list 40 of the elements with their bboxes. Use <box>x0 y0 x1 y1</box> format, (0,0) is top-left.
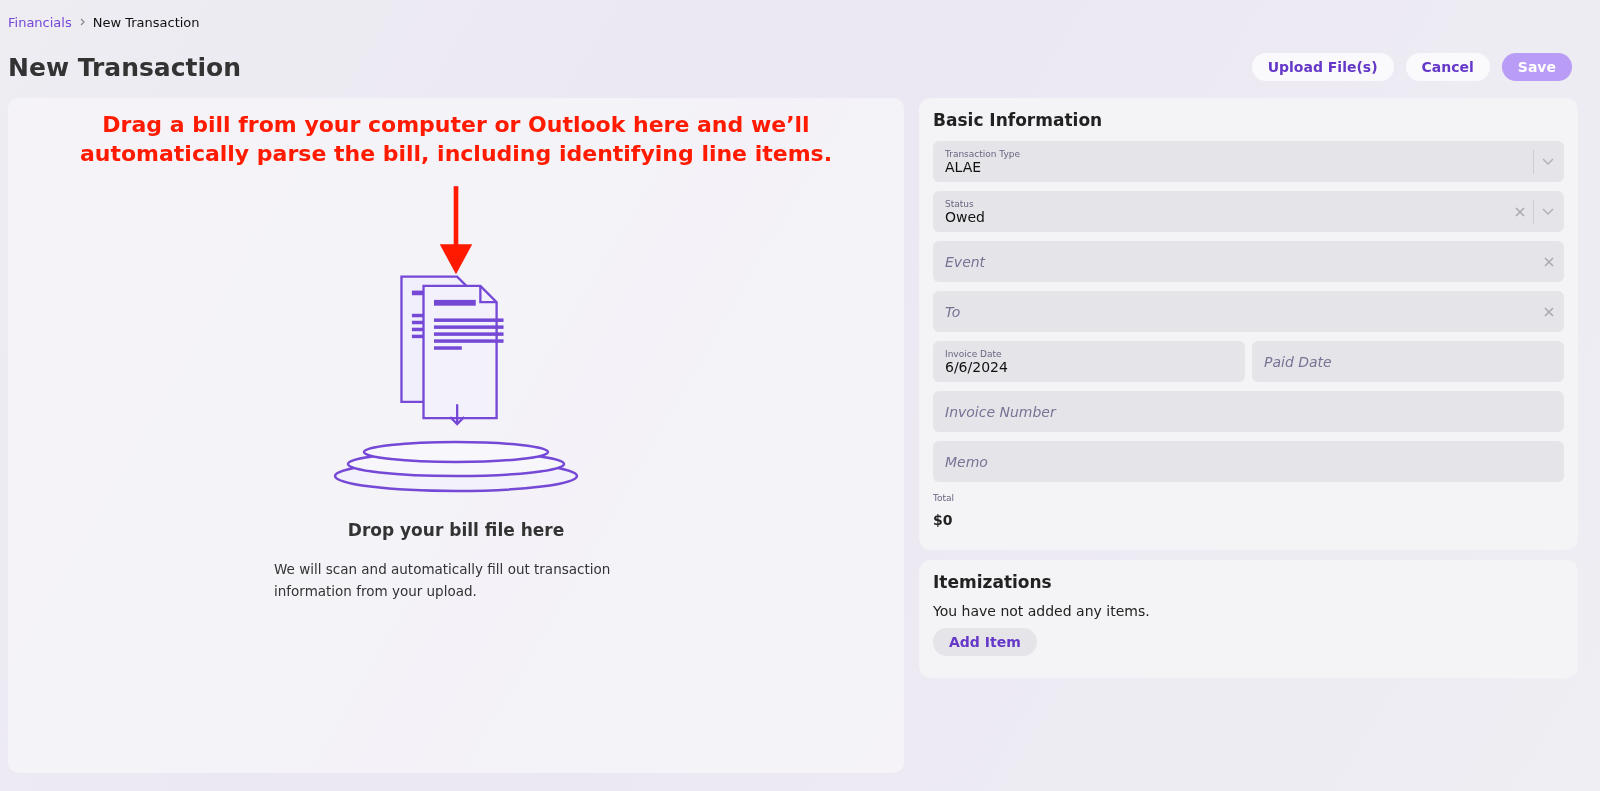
action-button[interactable]: Cancel <box>1405 53 1490 81</box>
field-input[interactable]: 6/6/2024 <box>945 358 1235 375</box>
field-input[interactable]: Owed <box>945 208 1515 225</box>
add-item-button[interactable]: Add Item <box>933 628 1037 656</box>
text-field[interactable]: Event <box>933 241 1564 282</box>
empty-message: You have not added any items. <box>933 603 1151 619</box>
text-field[interactable]: To <box>933 291 1564 332</box>
drop-zone[interactable] <box>8 98 904 773</box>
text-field[interactable]: Memo <box>933 441 1564 482</box>
total-value: $0 <box>933 512 954 528</box>
chevron-down-icon[interactable] <box>1542 208 1554 215</box>
breadcrumb-current: New Transaction <box>92 14 200 30</box>
total-label: Total <box>933 493 956 503</box>
field-label: Transaction Type <box>945 148 1022 159</box>
chevron-down-icon[interactable] <box>1542 158 1554 165</box>
breadcrumb-link[interactable]: Financials <box>8 14 72 30</box>
field-input[interactable]: To <box>945 303 1544 320</box>
field-label: Invoice Date <box>945 348 1003 359</box>
text-field[interactable]: Invoice Number <box>933 391 1564 432</box>
card-title: Basic Information <box>933 110 1104 130</box>
date-field[interactable]: Invoice Date 6/6/2024 <box>933 341 1245 382</box>
page-title: New Transaction <box>8 52 242 82</box>
card-title: Itemizations <box>933 572 1053 592</box>
date-field[interactable]: Paid Date <box>1252 341 1564 382</box>
field-input[interactable]: ALAE <box>945 158 1525 175</box>
close-icon[interactable] <box>1515 206 1525 217</box>
field-input[interactable]: Memo <box>945 453 1554 470</box>
drop-description: We will scan and automatically fill out transaction information from your upload. <box>274 560 612 601</box>
field-label: Status <box>945 198 975 209</box>
chevron-right-icon <box>79 18 85 26</box>
select-field[interactable]: Transaction Type ALAE <box>933 141 1564 182</box>
field-input[interactable]: Paid Date <box>1264 353 1554 370</box>
annotation-text: Drag a bill from your computer or Outlook here and we’ll automatically parse the bill, including identifying line items. <box>78 111 834 168</box>
field-input[interactable]: Event <box>945 253 1544 270</box>
field-input[interactable]: Invoice Number <box>945 403 1554 420</box>
drop-heading: Drop your bill file here <box>347 520 565 540</box>
close-icon[interactable] <box>1544 306 1554 317</box>
action-button[interactable]: Upload File(s) <box>1251 53 1394 81</box>
close-icon[interactable] <box>1544 256 1554 267</box>
select-field[interactable]: Status Owed <box>933 191 1564 232</box>
